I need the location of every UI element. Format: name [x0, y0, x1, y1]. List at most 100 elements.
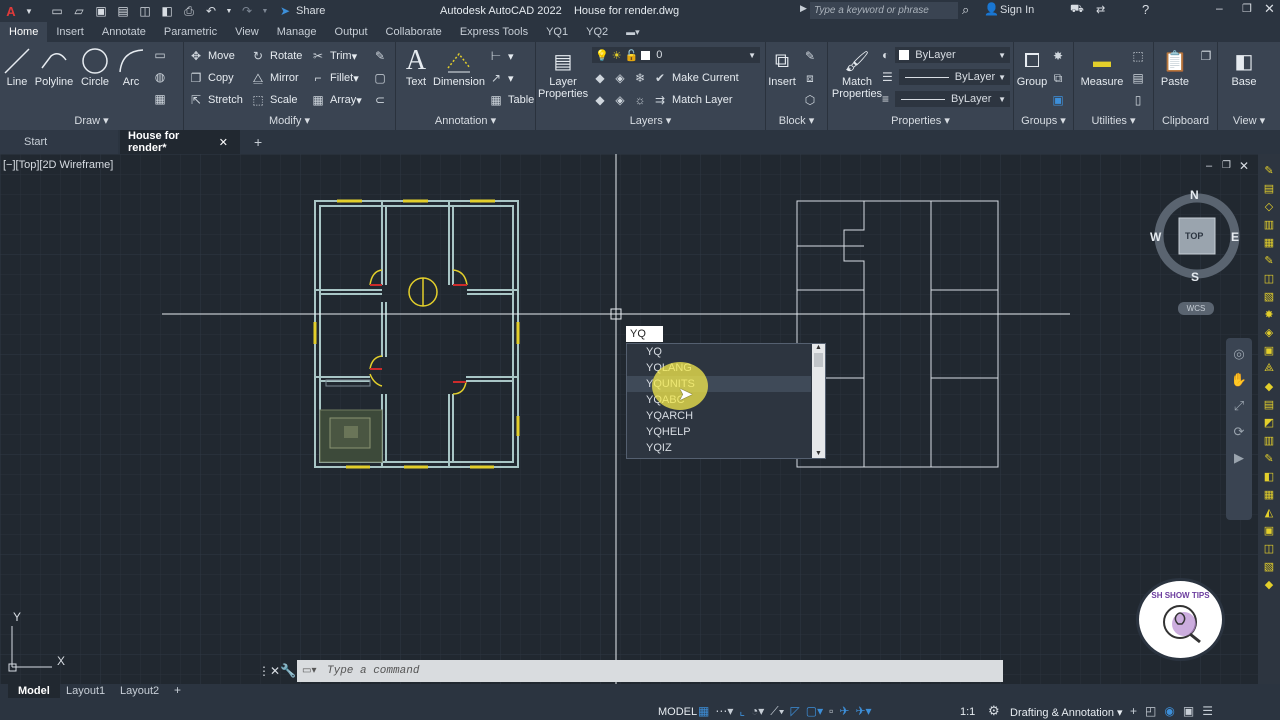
base-button[interactable]: ◧ Base — [1224, 46, 1264, 89]
copy-button[interactable]: ❐ Copy — [188, 69, 234, 87]
restore-window-icon[interactable]: ❐ — [1242, 2, 1252, 15]
command-customize-icon[interactable]: 🔧 — [280, 663, 296, 679]
dimension-button[interactable]: Dimension — [433, 46, 485, 88]
tab-start[interactable]: Start — [0, 130, 118, 154]
model-space-button[interactable]: MODEL — [658, 706, 697, 718]
snap-toggle-icon[interactable]: ⋯▾ — [715, 704, 733, 719]
layer-properties-button[interactable]: ▤ Layer Properties — [538, 46, 588, 101]
autocomplete-scrollbar[interactable]: ▲ ▼ — [812, 344, 825, 458]
tab-collaborate[interactable]: Collaborate — [377, 22, 451, 42]
autocomplete-item[interactable]: YQHELP — [627, 424, 811, 440]
autocomplete-item[interactable]: YQIZ — [627, 440, 811, 456]
cart-icon[interactable]: ⛟ — [1070, 3, 1084, 17]
stretch-button[interactable]: ⇱ Stretch — [188, 91, 243, 109]
isolate-objects-icon[interactable]: ◰ — [1145, 704, 1156, 718]
help-icon[interactable]: ? — [1142, 2, 1149, 17]
layers-panel-title[interactable]: Layers ▾ — [536, 114, 765, 128]
lineweight-dropdown[interactable]: ≡ ByLayer ▼ — [882, 91, 1010, 107]
view-panel-title[interactable]: View ▾ — [1218, 114, 1280, 128]
copy-clip-button[interactable]: ❐ — [1198, 47, 1218, 65]
command-close-icon[interactable]: ⋮✕ — [258, 664, 280, 678]
leader-button[interactable]: ↗ ▾ — [488, 69, 514, 87]
group-edit-button[interactable]: ⧉ — [1050, 69, 1070, 87]
tool-icon-24[interactable]: ◆ — [1265, 578, 1273, 591]
tab-express-tools[interactable]: Express Tools — [451, 22, 537, 42]
autocomplete-item[interactable]: YQ — [627, 344, 811, 360]
search-input[interactable]: Type a keyword or phrase — [810, 2, 958, 19]
rectangle-button[interactable]: ▭ — [152, 46, 172, 64]
annotation-autoscale-icon[interactable]: ✈▾ — [855, 704, 871, 719]
gradient-button[interactable]: ▦ — [152, 90, 172, 108]
tab-yq2[interactable]: YQ2 — [577, 22, 617, 42]
user-icon[interactable]: 👤 — [984, 2, 999, 16]
insert-button[interactable]: ⧉ Insert — [766, 46, 798, 89]
tool-icon-18[interactable]: ◧ — [1264, 470, 1274, 483]
layout-tab-model[interactable]: Model — [8, 684, 60, 698]
tool-icon-19[interactable]: ▦ — [1264, 488, 1274, 501]
ortho-toggle-icon[interactable]: ⌞ — [739, 704, 745, 719]
tool-icon-9[interactable]: ✸ — [1264, 308, 1273, 321]
close-tab-icon[interactable]: ✕ — [219, 136, 228, 149]
tool-icon-20[interactable]: ◭ — [1265, 506, 1273, 519]
sign-in-button[interactable]: Sign In — [1000, 4, 1034, 16]
redo-dropdown-icon[interactable]: ▼ — [258, 4, 272, 18]
open-folder-icon[interactable]: ▱ — [72, 4, 86, 18]
new-tab-button[interactable]: + — [242, 130, 274, 154]
linear-dim-button[interactable]: ⊢ ▾ — [488, 47, 514, 65]
ungroup-button[interactable]: ✸ — [1050, 47, 1070, 65]
viewcube-top-face[interactable]: TOP — [1185, 231, 1203, 241]
explode-button[interactable]: ▢ — [372, 69, 392, 87]
grid-toggle-icon[interactable]: ▦ — [698, 704, 709, 719]
plot-icon[interactable]: ⎙ — [182, 4, 196, 18]
tool-icon-23[interactable]: ▧ — [1264, 560, 1274, 573]
tool-icon-11[interactable]: ▣ — [1264, 344, 1274, 357]
redo-icon[interactable]: ↷ — [240, 4, 254, 18]
arc-button[interactable]: Arc — [116, 46, 146, 88]
group-button[interactable]: ⧠ Group — [1016, 46, 1048, 89]
rotate-button[interactable]: ↻ Rotate — [250, 47, 302, 65]
table-button[interactable]: ▦ Table — [488, 91, 534, 109]
circle-button[interactable]: Circle — [78, 46, 112, 88]
undo-dropdown-icon[interactable]: ▼ — [222, 4, 236, 18]
minimize-window-icon[interactable]: – — [1216, 1, 1223, 15]
linetype-dropdown[interactable]: ☰ ByLayer ▼ — [882, 69, 1010, 85]
layout-tab-layout1[interactable]: Layout1 — [66, 684, 105, 698]
modify-panel-title[interactable]: Modify ▾ — [184, 114, 395, 128]
scroll-up-icon[interactable]: ▲ — [812, 344, 825, 351]
tool-icon-10[interactable]: ◈ — [1265, 326, 1273, 339]
web-open-icon[interactable]: ◫ — [138, 4, 152, 18]
share-button[interactable]: Share — [296, 5, 325, 17]
layout-tab-layout2[interactable]: Layout2 — [120, 684, 159, 698]
tool-icon-14[interactable]: ▤ — [1264, 398, 1274, 411]
polar-toggle-icon[interactable]: ◔▾ — [751, 704, 764, 719]
exchange-icon[interactable]: ⇄ — [1096, 3, 1105, 16]
save-icon[interactable]: ▣ — [94, 4, 108, 18]
tool-icon-5[interactable]: ▦ — [1264, 236, 1274, 249]
tool-icon-7[interactable]: ◫ — [1264, 272, 1274, 285]
save-as-icon[interactable]: ▤ — [116, 4, 130, 18]
line-button[interactable]: Line — [2, 46, 32, 88]
trim-button[interactable]: ✂ Trim ▾ — [310, 47, 357, 65]
attribute-button[interactable]: ⬡ — [802, 91, 822, 109]
scroll-down-icon[interactable]: ▼ — [812, 450, 825, 457]
transparency-icon[interactable]: ▫ — [829, 704, 833, 719]
offset-button[interactable]: ⊂ — [372, 91, 392, 109]
navigation-bar[interactable]: ◎ ✋ ⤢ ⟳ ▶ — [1226, 338, 1252, 520]
osnap-tracking-icon[interactable]: ◸ — [791, 704, 800, 719]
tab-output[interactable]: Output — [326, 22, 377, 42]
osnap-toggle-icon[interactable]: ▢▾ — [806, 704, 823, 719]
compass-s[interactable]: S — [1191, 270, 1199, 284]
tool-icon-3[interactable]: ◇ — [1265, 200, 1273, 213]
tool-icon-4[interactable]: ▥ — [1264, 218, 1274, 231]
orbit-icon[interactable]: ⟳ — [1234, 424, 1245, 440]
scroll-thumb[interactable] — [814, 353, 823, 367]
steering-wheel-icon[interactable]: ◎ — [1233, 346, 1244, 362]
hatch-button[interactable]: ◍ — [152, 68, 172, 86]
edit-block-button[interactable]: ⧈ — [802, 69, 822, 87]
quick-select-button[interactable]: ⬚ — [1130, 47, 1150, 65]
share-icon[interactable]: ➤ — [278, 4, 292, 18]
groups-panel-title[interactable]: Groups ▾ — [1014, 114, 1073, 128]
move-button[interactable]: ✥ Move — [188, 47, 235, 65]
tab-annotate[interactable]: Annotate — [93, 22, 155, 42]
viewport-close-icon[interactable]: ✕ — [1239, 159, 1249, 173]
